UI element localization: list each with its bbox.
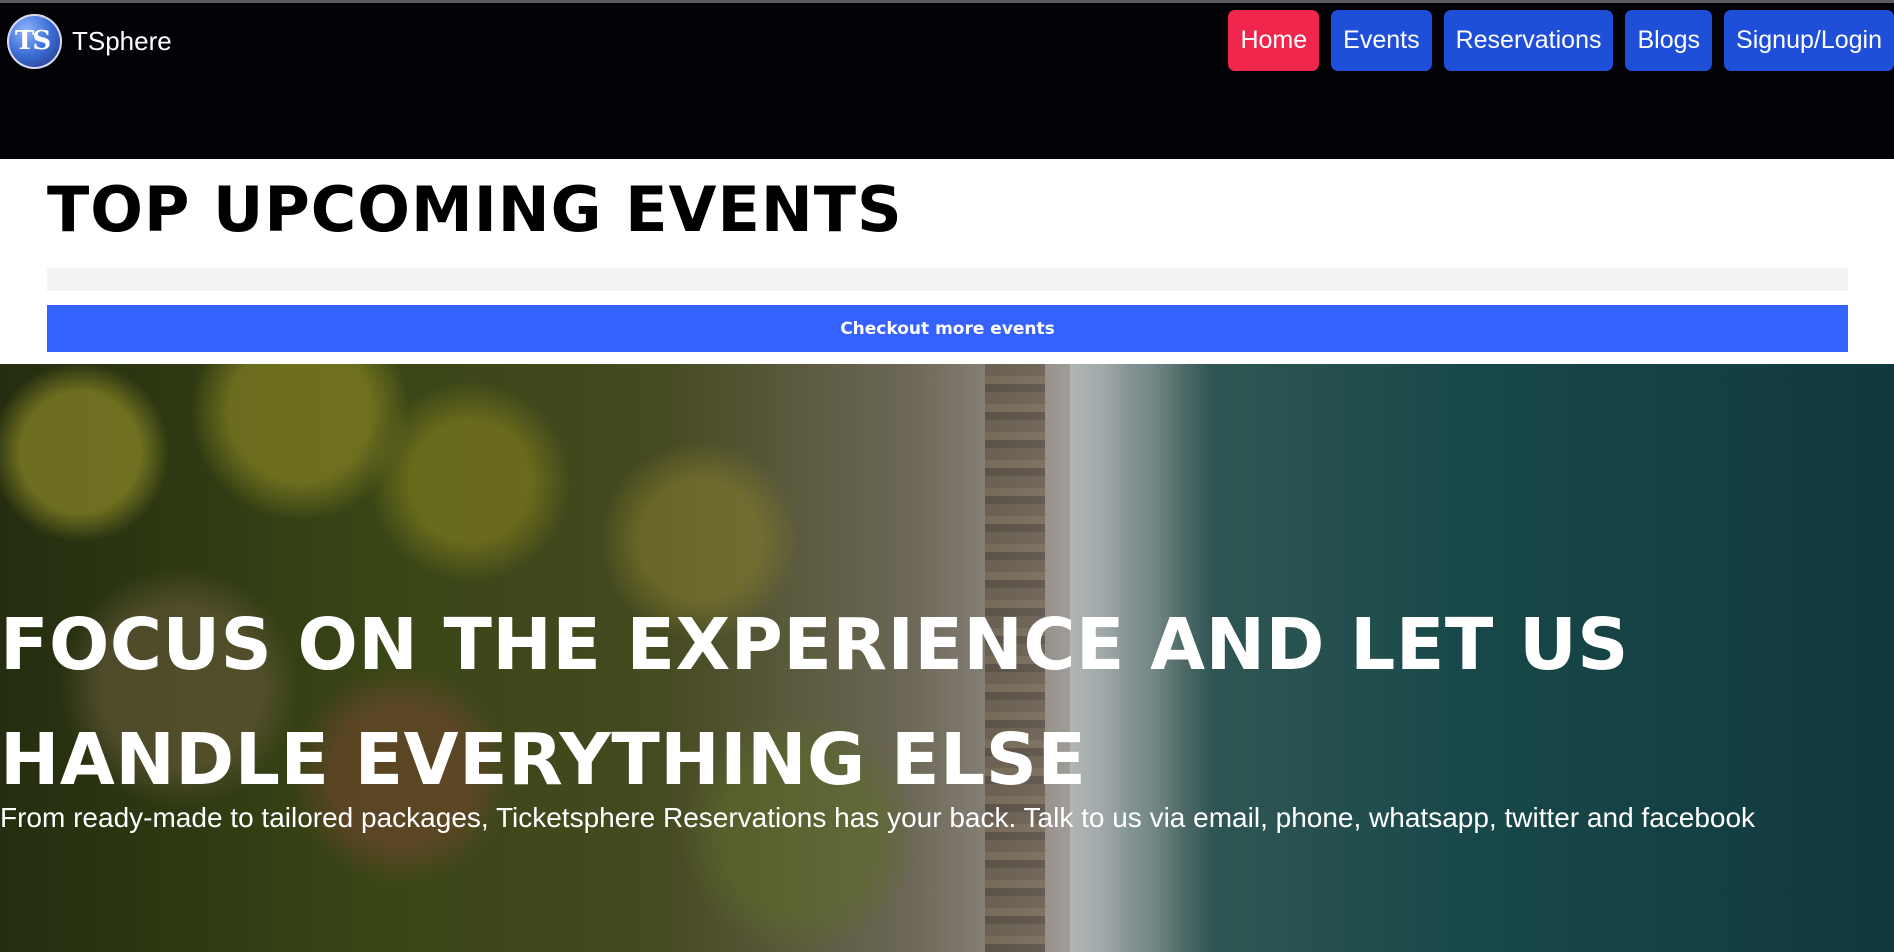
navbar: TS TSphere Home Events Reservations Blog… (0, 3, 1894, 159)
brand-name: TSphere (72, 25, 172, 56)
logo-text: TS (15, 25, 51, 56)
hero-title: FOCUS ON THE EXPERIENCE AND LET US HANDL… (0, 603, 1629, 801)
hero-subtitle: From ready-made to tailored packages, Ti… (0, 802, 1756, 833)
checkout-more-events-button[interactable]: Checkout more events (47, 305, 1848, 352)
nav-blogs-button[interactable]: Blogs (1625, 10, 1713, 71)
logo-icon: TS (7, 13, 62, 69)
nav-reservations-button[interactable]: Reservations (1443, 10, 1614, 71)
events-list (47, 268, 1848, 291)
upcoming-events-section: TOP UPCOMING EVENTS Checkout more events (0, 159, 1894, 364)
nav-home-button[interactable]: Home (1228, 10, 1320, 71)
brand[interactable]: TS TSphere (7, 11, 172, 71)
nav-links: Home Events Reservations Blogs Signup/Lo… (1216, 10, 1894, 71)
upcoming-events-title: TOP UPCOMING EVENTS (47, 173, 903, 246)
hero-banner: FOCUS ON THE EXPERIENCE AND LET US HANDL… (0, 364, 1894, 952)
nav-events-button[interactable]: Events (1331, 10, 1432, 71)
nav-signup-login-button[interactable]: Signup/Login (1724, 10, 1894, 71)
